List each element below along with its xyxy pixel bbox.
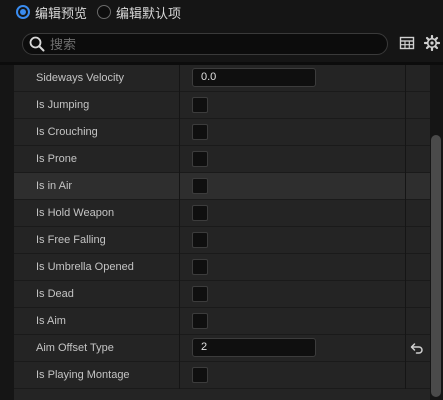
edit-preview-radio[interactable]: 编辑预览 [16, 2, 87, 22]
sideways-velocity-input[interactable]: 0.0 [192, 68, 316, 87]
property-label: Sideways Velocity [36, 72, 125, 84]
is-crouching-checkbox[interactable] [192, 124, 208, 140]
column-divider [405, 146, 406, 173]
column-divider [405, 173, 406, 200]
column-divider[interactable] [179, 200, 180, 227]
is-aim-checkbox[interactable] [192, 313, 208, 329]
mode-toggle-bar: 编辑预览 编辑默认项 [0, 0, 443, 28]
property-label: Aim Offset Type [36, 342, 114, 354]
aim-offset-type-input[interactable]: 2 [192, 338, 316, 357]
is-dead-checkbox[interactable] [192, 286, 208, 302]
is-jumping-checkbox[interactable] [192, 97, 208, 113]
column-divider[interactable] [179, 362, 180, 389]
property-label: Is Prone [36, 153, 77, 165]
property-row-is-playing-montage: Is Playing Montage [14, 362, 430, 389]
property-row-is-prone: Is Prone [14, 146, 430, 173]
column-divider [405, 281, 406, 308]
is-hold-weapon-checkbox[interactable] [192, 205, 208, 221]
column-divider[interactable] [179, 227, 180, 254]
property-label: Is Playing Montage [36, 369, 130, 381]
property-row-is-umbrella-opened: Is Umbrella Opened [14, 254, 430, 281]
property-row-is-jumping: Is Jumping [14, 92, 430, 119]
table-view-icon[interactable] [399, 35, 415, 51]
column-divider[interactable] [179, 92, 180, 119]
is-umbrella-opened-checkbox[interactable] [192, 259, 208, 275]
column-divider[interactable] [179, 254, 180, 281]
column-divider [405, 308, 406, 335]
edit-defaults-radio[interactable]: 编辑默认项 [97, 2, 181, 22]
property-label: Is Crouching [36, 126, 98, 138]
search-icon [29, 36, 45, 52]
radio-unselected-icon [97, 5, 111, 19]
column-divider [405, 92, 406, 119]
property-row-is-hold-weapon: Is Hold Weapon [14, 200, 430, 227]
property-row-is-crouching: Is Crouching [14, 119, 430, 146]
scrollbar-thumb[interactable] [431, 135, 441, 397]
property-row-aim-offset-type: Aim Offset Type 2 [14, 335, 430, 362]
property-label: Is Hold Weapon [36, 207, 115, 219]
property-label: Is in Air [36, 180, 73, 192]
search-toolbar [0, 28, 443, 61]
column-divider [405, 362, 406, 389]
column-divider[interactable] [179, 308, 180, 335]
search-input[interactable] [50, 35, 370, 53]
column-divider [405, 200, 406, 227]
property-row-is-free-falling: Is Free Falling [14, 227, 430, 254]
column-divider[interactable] [179, 173, 180, 200]
property-label: Is Free Falling [36, 234, 106, 246]
column-divider[interactable] [179, 281, 180, 308]
property-row-is-dead: Is Dead [14, 281, 430, 308]
column-divider [405, 254, 406, 281]
edit-preview-label: 编辑预览 [35, 5, 88, 21]
radio-selected-icon [16, 5, 30, 19]
property-label: Is Aim [36, 315, 66, 327]
column-divider [405, 335, 406, 362]
is-in-air-checkbox[interactable] [192, 178, 208, 194]
column-divider[interactable] [179, 119, 180, 146]
property-grid: Sideways Velocity 0.0 Is Jumping Is Crou… [14, 65, 430, 400]
is-playing-montage-checkbox[interactable] [192, 367, 208, 383]
property-row-is-in-air: Is in Air [14, 173, 430, 200]
settings-gear-icon[interactable] [424, 35, 440, 51]
column-divider [405, 119, 406, 146]
column-divider [405, 65, 406, 92]
reset-to-default-icon[interactable] [410, 341, 424, 355]
property-row-sideways-velocity: Sideways Velocity 0.0 [14, 65, 430, 92]
property-label: Is Umbrella Opened [36, 261, 134, 273]
is-free-falling-checkbox[interactable] [192, 232, 208, 248]
search-box[interactable] [22, 33, 388, 55]
column-divider[interactable] [179, 335, 180, 362]
column-divider [405, 227, 406, 254]
edit-defaults-label: 编辑默认项 [116, 5, 182, 21]
column-divider[interactable] [179, 65, 180, 92]
property-label: Is Dead [36, 288, 74, 300]
property-row-is-aim: Is Aim [14, 308, 430, 335]
column-divider[interactable] [179, 146, 180, 173]
property-label: Is Jumping [36, 99, 90, 111]
is-prone-checkbox[interactable] [192, 151, 208, 167]
